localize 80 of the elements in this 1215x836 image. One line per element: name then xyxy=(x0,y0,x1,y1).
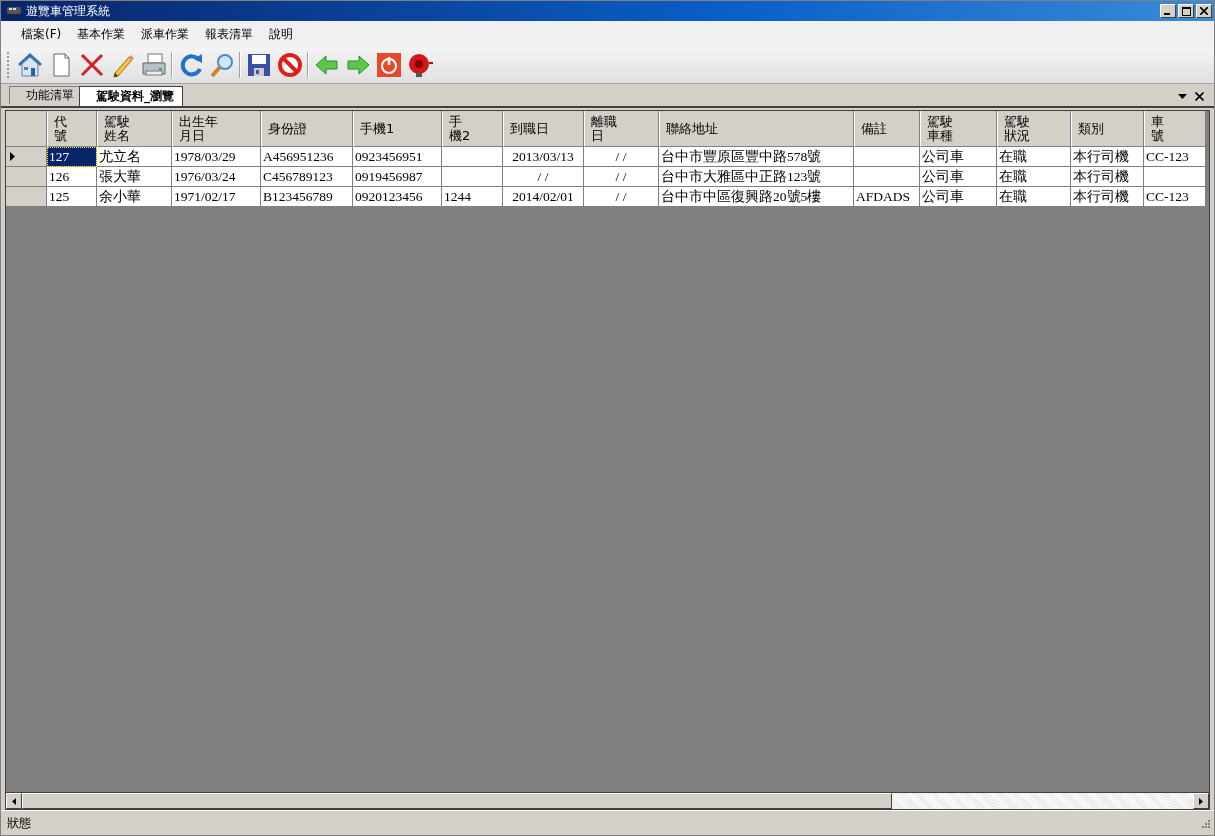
maximize-icon xyxy=(1181,6,1191,16)
scrollbar-thumb[interactable] xyxy=(22,793,892,809)
column-header[interactable]: 聯絡地址 xyxy=(659,111,854,147)
table-cell xyxy=(854,167,920,187)
column-header[interactable]: 手機2 xyxy=(442,111,503,147)
bus-icon xyxy=(6,5,22,17)
table-cell: 1976/03/24 xyxy=(172,167,261,187)
close-icon xyxy=(1200,7,1208,15)
column-header[interactable]: 手機1 xyxy=(353,111,442,147)
minimize-button[interactable] xyxy=(1160,4,1176,18)
column-header[interactable]: 駕駛姓名 xyxy=(97,111,172,147)
table-cell: 公司車 xyxy=(920,167,997,187)
scroll-left-button[interactable] xyxy=(6,793,22,809)
table-cell: 在職 xyxy=(997,167,1071,187)
table-cell: 1971/02/17 xyxy=(172,187,261,207)
table-cell: A456951236 xyxy=(261,147,353,167)
table-cell: / / xyxy=(584,147,659,167)
dropdown-caret-icon[interactable] xyxy=(1178,93,1187,100)
column-header[interactable]: 到職日 xyxy=(503,111,584,147)
column-header[interactable]: 代號 xyxy=(47,111,97,147)
column-header[interactable]: 出生年月日 xyxy=(172,111,261,147)
current-row-icon xyxy=(10,152,15,161)
close-icon[interactable] xyxy=(1195,92,1204,101)
table-cell: 公司車 xyxy=(920,147,997,167)
menu-item[interactable]: 檔案(F) xyxy=(13,25,70,43)
table-cell: B123456789 xyxy=(261,187,353,207)
left-arrow-icon xyxy=(12,797,16,805)
table-cell: 1244 xyxy=(442,187,503,207)
tab[interactable]: 駕駛資料_瀏覽 xyxy=(79,86,183,106)
table-cell: 0920123456 xyxy=(353,187,442,207)
table-cell: 張大華 xyxy=(97,167,172,187)
table-cell xyxy=(442,147,503,167)
table-cell: 本行司機 xyxy=(1071,167,1144,187)
table-cell xyxy=(442,167,503,187)
table-cell: CC-123 xyxy=(1144,187,1206,207)
table-cell: 0923456951 xyxy=(353,147,442,167)
column-header[interactable]: 車號 xyxy=(1144,111,1206,147)
table-cell: C456789123 xyxy=(261,167,353,187)
table-cell xyxy=(854,147,920,167)
table-cell: 台中市大雅區中正路123號 xyxy=(659,167,854,187)
table-cell: 台中市豐原區豐中路578號 xyxy=(659,147,854,167)
table-cell: 在職 xyxy=(997,187,1071,207)
column-header[interactable]: 身份證 xyxy=(261,111,353,147)
table-cell: / / xyxy=(503,167,584,187)
table-cell: 1978/03/29 xyxy=(172,147,261,167)
table-cell: AFDADS xyxy=(854,187,920,207)
status-text: 狀態 xyxy=(7,814,31,832)
table-cell: 本行司機 xyxy=(1071,187,1144,207)
column-header[interactable]: 類別 xyxy=(1071,111,1144,147)
table-cell: 2013/03/13 xyxy=(503,147,584,167)
table-cell: 0919456987 xyxy=(353,167,442,187)
table-cell: CC-123 xyxy=(1144,147,1206,167)
row-header[interactable] xyxy=(6,147,47,167)
table-cell: 127 xyxy=(47,147,97,167)
table-cell: 尤立名 xyxy=(97,147,172,167)
table-cell: 在職 xyxy=(997,147,1071,167)
table-cell: / / xyxy=(584,187,659,207)
resize-grip-icon xyxy=(1200,818,1210,828)
table-cell xyxy=(1144,167,1206,187)
menu-item[interactable]: 基本作業 xyxy=(69,25,134,43)
maximize-button[interactable] xyxy=(1178,4,1194,18)
table-cell: 公司車 xyxy=(920,187,997,207)
table-cell: 台中市中區復興路20號5樓 xyxy=(659,187,854,207)
table-cell: 余小華 xyxy=(97,187,172,207)
table-cell: 126 xyxy=(47,167,97,187)
close-button[interactable] xyxy=(1196,4,1212,18)
menu-item[interactable]: 說明 xyxy=(261,25,302,43)
scroll-right-button[interactable] xyxy=(1193,793,1209,809)
column-header[interactable]: 備註 xyxy=(854,111,920,147)
menu-item[interactable]: 報表清單 xyxy=(197,25,262,43)
column-header[interactable]: 駕駛車種 xyxy=(920,111,997,147)
table-cell: 125 xyxy=(47,187,97,207)
table-cell: 本行司機 xyxy=(1071,147,1144,167)
menu-item[interactable]: 派車作業 xyxy=(133,25,198,43)
window-title: 遊覽車管理系統 xyxy=(26,2,111,20)
right-arrow-icon xyxy=(1199,797,1203,805)
column-header[interactable]: 離職日 xyxy=(584,111,659,147)
table-cell: / / xyxy=(584,167,659,187)
table-cell: 2014/02/01 xyxy=(503,187,584,207)
column-header[interactable]: 駕駛狀況 xyxy=(997,111,1071,147)
